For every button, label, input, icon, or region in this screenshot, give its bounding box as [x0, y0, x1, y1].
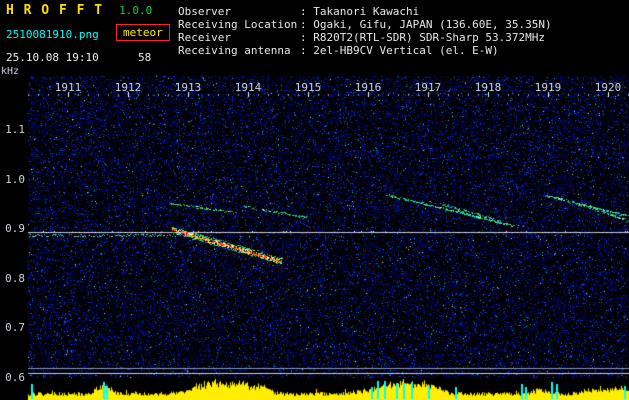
info-label: Observer [178, 5, 231, 18]
info-label: Receiver [178, 31, 231, 44]
app-title: H R O F F T [6, 3, 104, 18]
info-row-observer: Observer : Takanori Kawachi [178, 5, 552, 18]
title-row: H R O F F T 1.0.0 [6, 3, 152, 18]
info-label: Receiving antenna [178, 44, 291, 57]
mode-indicator: meteor [116, 24, 170, 41]
info-row-location: Receiving Location : Ogaki, Gifu, JAPAN … [178, 18, 552, 31]
info-value: : R820T2(RTL-SDR) SDR-Sharp 53.372MHz [300, 31, 546, 44]
info-value: : 2el-HB9CV Vertical (el. E-W) [300, 44, 499, 57]
receiver-info: Observer : Takanori Kawachi Receiving Lo… [178, 5, 552, 57]
info-row-receiver: Receiver : R820T2(RTL-SDR) SDR-Sharp 53.… [178, 31, 552, 44]
echo-count: 58 [138, 51, 152, 64]
header: H R O F F T 1.0.0 2510081910.png meteor … [0, 0, 629, 74]
datetime-label: 25.10.08 19:10 [6, 51, 99, 64]
info-row-antenna: Receiving antenna : 2el-HB9CV Vertical (… [178, 44, 552, 57]
hrofft-window: H R O F F T 1.0.0 2510081910.png meteor … [0, 0, 629, 400]
info-value: : Ogaki, Gifu, JAPAN (136.60E, 35.35N) [300, 18, 552, 31]
info-label: Receiving Location [178, 18, 298, 31]
output-filename: 2510081910.png [6, 28, 99, 41]
app-version: 1.0.0 [119, 4, 153, 17]
info-value: : Takanori Kawachi [300, 5, 420, 18]
